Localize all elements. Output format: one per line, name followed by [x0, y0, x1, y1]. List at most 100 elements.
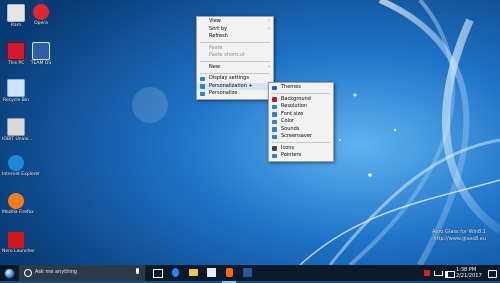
menu-item-label: Personalize — [209, 90, 238, 96]
menu-divider — [200, 42, 270, 43]
desktop-icon-label: This PC — [7, 61, 25, 66]
recycle-bin-icon — [7, 79, 25, 97]
submenu-item-font-size[interactable]: Font size — [269, 111, 333, 119]
desktop-icon-label: Mozilla Firefox — [2, 210, 34, 215]
menu-item-label: New — [209, 63, 220, 70]
taskbar: Ask me anything 1:38 PM 2/21/2017 — [0, 265, 500, 283]
search-placeholder: Ask me anything — [35, 269, 78, 275]
search-box[interactable]: Ask me anything — [18, 265, 146, 281]
submenu-item-label: Pointers — [281, 152, 302, 158]
submenu-item-pointers[interactable]: Pointers — [269, 152, 333, 160]
nero-icon — [8, 232, 24, 248]
taskbar-edge[interactable] — [168, 265, 182, 281]
edge-icon — [172, 268, 179, 277]
submenu-item-label: Background — [281, 95, 311, 102]
background-icon — [272, 97, 277, 102]
desktop-icon-iobit[interactable]: IOBIT Unins... — [2, 118, 33, 142]
search-icon — [24, 269, 32, 277]
submenu-item-label: Screensaver — [281, 133, 312, 139]
desktop-icon-opera[interactable]: Opera — [27, 4, 55, 26]
submenu-item-screensaver[interactable]: Screensaver — [269, 133, 333, 141]
desktop-icon-label: Ram — [10, 23, 22, 28]
desktop-icon-label: Opera — [34, 21, 48, 26]
task-view-button[interactable] — [150, 265, 164, 281]
menu-item-paste[interactable]: Paste — [197, 45, 273, 53]
color-icon — [272, 119, 277, 124]
notification-icon[interactable] — [424, 270, 430, 276]
this-pc-icon — [7, 42, 25, 60]
desktop-icon-nero[interactable]: Nero Launcher — [2, 232, 35, 254]
submenu-item-label: Resolution — [281, 103, 308, 109]
sounds-icon — [272, 127, 277, 132]
volume-icon[interactable] — [445, 271, 455, 278]
menu-divider — [200, 72, 270, 74]
menu-item-new[interactable]: New › — [197, 64, 273, 72]
recycle-like-icon — [7, 4, 25, 22]
start-button[interactable] — [0, 265, 16, 281]
personalization-submenu: Themes Background Resolution Font size C… — [268, 82, 334, 162]
submenu-item-themes[interactable]: Themes — [269, 84, 333, 92]
microphone-icon[interactable] — [136, 268, 139, 274]
taskbar-file-explorer[interactable] — [186, 265, 200, 281]
desktop-icon-label: IOBIT Unins... — [2, 137, 33, 142]
screensaver-icon — [272, 134, 277, 139]
iobit-icon — [7, 118, 25, 136]
menu-item-display-settings[interactable]: Display settings — [197, 75, 273, 83]
desktop-icon-label: TEAM OS — [30, 61, 52, 66]
menu-item-sort-by[interactable]: Sort by › — [197, 26, 273, 34]
menu-divider — [200, 61, 270, 62]
desktop-icon-ram[interactable]: Ram — [2, 4, 30, 28]
action-center-icon[interactable] — [488, 270, 497, 278]
desktop-icon-firefox[interactable]: Mozilla Firefox — [2, 193, 34, 215]
submenu-item-icons[interactable]: Icons — [269, 145, 333, 153]
system-tray: 1:38 PM 2/21/2017 — [420, 265, 500, 281]
menu-item-label: View — [209, 18, 221, 24]
chevron-right-icon: › — [268, 25, 270, 32]
desktop-icon-label: Nero Launcher — [2, 249, 35, 254]
submenu-item-label: Color — [281, 118, 295, 124]
icons-icon — [272, 146, 277, 151]
clock-date[interactable]: 2/21/2017 — [456, 273, 482, 279]
menu-item-personalize[interactable]: Personalize — [197, 90, 273, 98]
submenu-item-label: Icons — [281, 144, 295, 151]
menu-item-label: Paste — [209, 44, 223, 51]
menu-item-view[interactable]: View › — [197, 18, 273, 26]
store-icon — [207, 268, 216, 277]
submenu-item-label: Font size — [281, 110, 304, 117]
menu-item-paste-shortcut[interactable]: Paste shortcut — [197, 52, 273, 60]
pointers-icon — [272, 153, 277, 158]
watermark-line-1: Aero Glass for Win8.1 — [432, 229, 486, 235]
internet-explorer-icon — [8, 155, 24, 171]
menu-item-refresh[interactable]: Refresh — [197, 33, 273, 41]
windows-orb-icon — [4, 268, 15, 279]
chevron-right-icon: › — [268, 18, 270, 24]
resolution-icon — [272, 104, 277, 109]
menu-divider — [272, 93, 330, 94]
submenu-item-resolution[interactable]: Resolution — [269, 103, 333, 111]
taskbar-app-1[interactable] — [222, 265, 236, 283]
desktop-icon-label: Internet Explorer — [2, 172, 41, 177]
menu-item-personalization-plus[interactable]: Personalization + › — [197, 82, 273, 90]
menu-divider — [272, 142, 330, 143]
desktop-icon-this-pc[interactable]: This PC — [2, 42, 30, 66]
desktop-icon-team-os[interactable]: TEAM OS — [27, 42, 55, 66]
menu-item-label: Personalization + — [209, 82, 253, 89]
menu-item-label: Sort by — [209, 25, 227, 32]
task-view-icon — [153, 269, 163, 278]
submenu-item-label: Themes — [281, 84, 301, 90]
desktop-context-menu: View › Sort by › Refresh Paste Paste sho… — [196, 16, 274, 100]
taskbar-store[interactable] — [204, 265, 218, 281]
submenu-item-color[interactable]: Color — [269, 118, 333, 126]
taskbar-word[interactable] — [240, 265, 254, 281]
opera-icon — [33, 4, 49, 20]
desktop-icon-recycle-bin[interactable]: Recycle Bin — [2, 79, 30, 103]
word-icon — [243, 268, 252, 277]
menu-item-label: Refresh — [209, 33, 228, 39]
menu-item-label: Display settings — [209, 75, 249, 81]
submenu-item-sounds[interactable]: Sounds — [269, 126, 333, 134]
network-icon[interactable] — [434, 271, 443, 276]
submenu-item-background[interactable]: Background — [269, 96, 333, 104]
desktop-icon-internet-explorer[interactable]: Internet Explorer — [2, 155, 41, 177]
menu-item-label: Paste shortcut — [209, 52, 245, 58]
firefox-icon — [8, 193, 24, 209]
